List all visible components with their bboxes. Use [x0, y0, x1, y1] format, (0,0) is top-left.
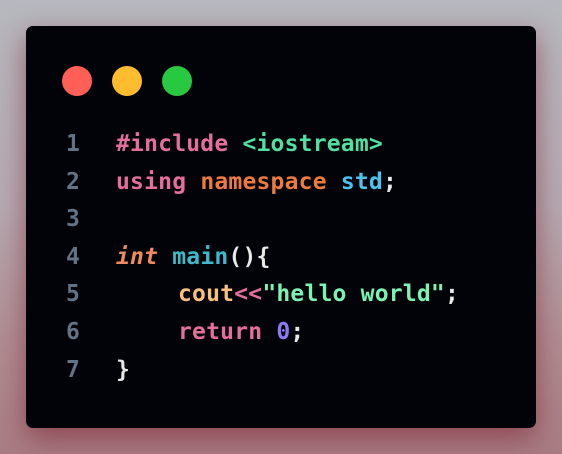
code-token: namespace: [200, 168, 327, 195]
code-token: (){: [228, 243, 271, 270]
code-token: #include: [116, 131, 229, 157]
minimize-button[interactable]: [112, 66, 142, 96]
code-token: <iostream>: [242, 131, 383, 157]
code-token: ;: [290, 319, 305, 345]
line-number: 6: [66, 319, 81, 345]
code-token: 0: [276, 319, 291, 345]
line-number: 7: [66, 356, 81, 383]
line-content: using namespace std;: [116, 169, 397, 195]
line-number: 1: [66, 131, 81, 157]
code-line: 3: [26, 201, 536, 237]
line-content: return 0;: [116, 319, 304, 345]
close-button[interactable]: [62, 66, 92, 96]
code-token: <<: [234, 281, 263, 308]
line-content: }: [116, 357, 130, 383]
code-token: main: [172, 243, 229, 270]
line-number: 2: [66, 168, 81, 195]
code-token: "hello world": [262, 281, 445, 308]
code-token: return: [178, 319, 263, 345]
line-content: int main(){: [116, 244, 271, 270]
line-content: cout << "hello world";: [116, 281, 459, 307]
line-number: 5: [66, 281, 81, 308]
line-content: #include <iostream>: [116, 131, 383, 157]
maximize-button[interactable]: [162, 66, 192, 96]
code-line: 5 cout << "hello world";: [26, 276, 536, 312]
code-line: 7}: [26, 352, 536, 388]
code-token: ;: [382, 168, 398, 195]
code-line: 1 #include <iostream>: [26, 126, 536, 162]
code-token: cout: [178, 281, 235, 308]
code-line: 2 using namespace std;: [26, 164, 536, 200]
code-token: using: [116, 168, 187, 195]
code-line: 6 return 0;: [26, 314, 536, 350]
code-token: std: [340, 168, 383, 195]
code-token: int: [116, 243, 159, 270]
code-line: 4 int main(){: [26, 239, 536, 275]
code-editor[interactable]: 1 #include <iostream> 2 using namespace std…: [26, 126, 536, 396]
code-window: 1 #include <iostream> 2 using namespace std…: [26, 26, 536, 428]
code-token: ;: [444, 281, 459, 308]
code-token: }: [116, 356, 131, 383]
line-number: 3: [66, 206, 81, 233]
line-number: 4: [66, 243, 81, 270]
